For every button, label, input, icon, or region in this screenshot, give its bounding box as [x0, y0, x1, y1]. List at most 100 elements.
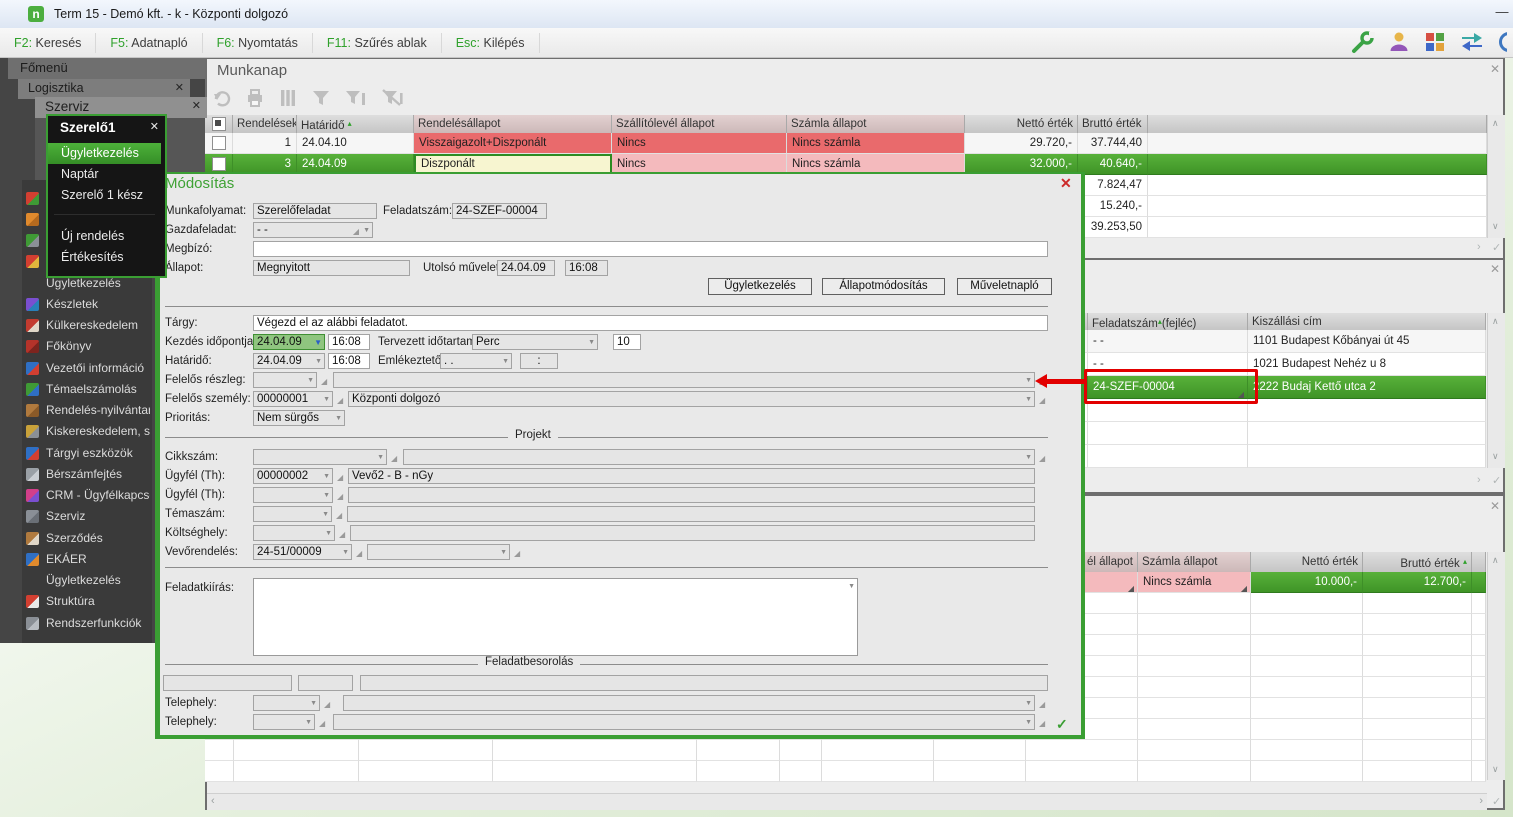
lookup-icon[interactable]: ◢ — [514, 549, 520, 559]
dropdown-icon[interactable]: ▼ — [323, 492, 330, 500]
apps-icon[interactable] — [1423, 30, 1447, 54]
select-all-checkbox[interactable] — [205, 115, 233, 133]
lookup-icon[interactable]: ◢ — [336, 511, 342, 521]
site2-name[interactable]: ▼ — [333, 714, 1035, 730]
menu-item-uj-rendeles[interactable]: Új rendelés — [48, 226, 161, 247]
column-header[interactable]: Bruttó érték — [1078, 115, 1148, 133]
lookup-icon[interactable]: ◢ — [1039, 719, 1045, 729]
cell-dropdown-icon[interactable]: ◢ — [1128, 579, 1134, 593]
sidebar-item-keszletek[interactable]: Készletek — [26, 294, 150, 314]
close-icon[interactable]: ✕ — [175, 81, 184, 94]
task-number-field[interactable]: 24-SZEF-00004 — [452, 203, 547, 219]
fkey-szures-ablak[interactable]: F11: Szűrés ablak — [313, 33, 442, 53]
lookup-icon[interactable]: ◢ — [391, 454, 397, 464]
reminder-combo[interactable]: . .▼ — [440, 353, 512, 369]
subject-field[interactable]: Végezd el az alábbi feladatot. — [253, 315, 1048, 331]
workflow-field[interactable]: Szerelőfeladat — [253, 203, 377, 219]
sidebar-item-szerzodes[interactable]: Szerződés — [26, 528, 150, 548]
column-header[interactable]: Határidő ▴ — [297, 115, 414, 133]
fkey-kilepes[interactable]: Esc: Kilépés — [442, 33, 540, 53]
deadline-date-combo[interactable]: 24.04.09▼ — [253, 353, 325, 369]
planned-duration-value[interactable]: 10 — [613, 334, 641, 350]
lookup-icon[interactable]: ◢ — [1039, 396, 1045, 406]
fkey-adatnaplo[interactable]: F5: Adatnapló — [96, 33, 202, 53]
dialog-close-icon[interactable]: ✕ — [1060, 175, 1072, 192]
column-header[interactable]: Feladatszám▴(fejléc) — [1088, 313, 1248, 330]
logistics-window[interactable]: Logisztika ✕ — [18, 79, 190, 99]
client-field[interactable] — [253, 241, 1048, 257]
lookup-icon[interactable]: ◢ — [339, 530, 345, 540]
fkey-nyomtatas[interactable]: F6: Nyomtatás — [203, 33, 313, 53]
item-number-combo[interactable]: ▼ — [253, 449, 387, 465]
dropdown-icon[interactable]: ▼ — [500, 549, 507, 557]
dropdown-icon[interactable]: ▼ — [1025, 377, 1032, 385]
cost-center-name[interactable] — [350, 525, 1035, 541]
site2-combo[interactable]: ▼ — [253, 714, 315, 730]
responsible-dept-combo[interactable]: ▼ — [253, 372, 317, 388]
horizontal-scrollbar[interactable]: ‹ › — [207, 793, 1487, 810]
column-header[interactable]: Kiszállási cím — [1248, 313, 1486, 330]
customer2-combo[interactable]: ▼ — [253, 487, 333, 503]
scroll-right-icon[interactable]: › — [1479, 795, 1483, 807]
menu-item-ertekesites[interactable]: Értékesítés — [48, 247, 161, 268]
dropdown-icon[interactable]: ▼ — [305, 719, 312, 727]
scroll-down-icon[interactable]: ∨ — [1492, 451, 1499, 462]
scroll-left-icon[interactable]: ‹ — [211, 795, 215, 807]
dropdown-icon[interactable]: ▼ — [1025, 700, 1032, 708]
dropdown-icon[interactable]: ▼ — [1025, 719, 1032, 727]
power-icon[interactable] — [1497, 30, 1507, 54]
menu-item-naptar[interactable]: Naptár — [48, 164, 161, 185]
state-field[interactable]: Megnyitott — [253, 260, 410, 276]
customer1-name[interactable]: Vevő2 - B - nGy — [348, 468, 1035, 484]
confirm-icon[interactable]: ✓ — [1492, 474, 1501, 487]
dropdown-icon[interactable]: ▼ — [307, 377, 314, 385]
lookup-icon[interactable]: ◢ — [1039, 700, 1045, 710]
classification-field-1[interactable] — [163, 675, 292, 691]
dropdown-icon[interactable]: ▼ — [323, 396, 330, 404]
vertical-scrollbar[interactable]: ∧ ∨ — [1487, 552, 1505, 780]
sidebar-item-struktura[interactable]: Struktúra — [26, 591, 150, 611]
sidebar-item-rendszerfunkciok[interactable]: Rendszerfunkciók — [26, 613, 150, 633]
sidebar-item-szerviz[interactable]: Szerviz — [26, 506, 150, 526]
dropdown-icon[interactable]: ▼ — [1025, 454, 1032, 462]
sidebar-item-kiskereskedelem[interactable]: Kiskereskedelem, szá — [26, 421, 150, 441]
sidebar-item-fokonyv[interactable]: Főkönyv — [26, 336, 150, 356]
classification-field-2[interactable] — [298, 675, 353, 691]
customer1-combo[interactable]: 00000002▼ — [253, 468, 333, 484]
reminder-time-field[interactable]: : — [520, 353, 558, 369]
dropdown-icon[interactable]: ▼ — [588, 339, 595, 347]
cell-dropdown-icon[interactable]: ◢ — [1241, 579, 1247, 593]
cost-center-combo[interactable]: ▼ — [253, 525, 335, 541]
dropdown-icon[interactable]: ▼ — [310, 700, 317, 708]
dropdown-icon[interactable]: ▼ — [325, 530, 332, 538]
customer2-name[interactable] — [348, 487, 1035, 503]
parent-task-combo[interactable]: - -◢▼ — [253, 222, 373, 238]
confirm-icon[interactable]: ✓ — [1492, 795, 1501, 808]
start-time-field[interactable]: 16:08 — [328, 334, 370, 350]
start-date-combo[interactable]: 24.04.09▼ — [253, 334, 325, 350]
transfer-icon[interactable] — [1459, 30, 1485, 54]
column-header[interactable]: Bruttó érték ▴ — [1363, 552, 1472, 572]
lookup-icon[interactable]: ◢ — [319, 719, 325, 729]
sidebar-item-vezetoi-informacio[interactable]: Vezetői információ — [26, 358, 150, 378]
responsible-dept-name[interactable]: ▼ — [333, 372, 1035, 388]
planned-duration-combo[interactable]: Perc▼ — [472, 334, 598, 350]
sidebar-item-ekaer[interactable]: EKÁER — [26, 549, 150, 569]
classification-field-3[interactable] — [360, 675, 1048, 691]
scroll-down-icon[interactable]: ∨ — [1492, 764, 1499, 775]
close-icon[interactable]: ✕ — [1490, 262, 1500, 276]
minimize-button[interactable]: — — [1494, 4, 1510, 22]
confirm-icon[interactable]: ✓ — [1492, 241, 1501, 254]
lookup-icon[interactable]: ◢ — [321, 377, 327, 387]
sales-order-combo[interactable]: 24-51/00009▼ — [253, 544, 352, 560]
lookup-icon[interactable]: ◢ — [356, 549, 362, 559]
column-header[interactable]: Számla állapot — [1138, 552, 1251, 572]
lookup-icon[interactable]: ◢ — [337, 396, 343, 406]
dropdown-icon[interactable]: ▼ — [502, 358, 509, 366]
dropdown-icon[interactable]: ▼ — [322, 511, 329, 519]
dialog-ok-icon[interactable]: ✓ — [1056, 716, 1068, 733]
item-name-field[interactable]: ▼ — [403, 449, 1035, 465]
lookup-icon[interactable]: ◢ — [353, 227, 359, 237]
scroll-down-icon[interactable]: ∨ — [1492, 221, 1499, 232]
dropdown-icon[interactable]: ▼ — [323, 473, 330, 481]
